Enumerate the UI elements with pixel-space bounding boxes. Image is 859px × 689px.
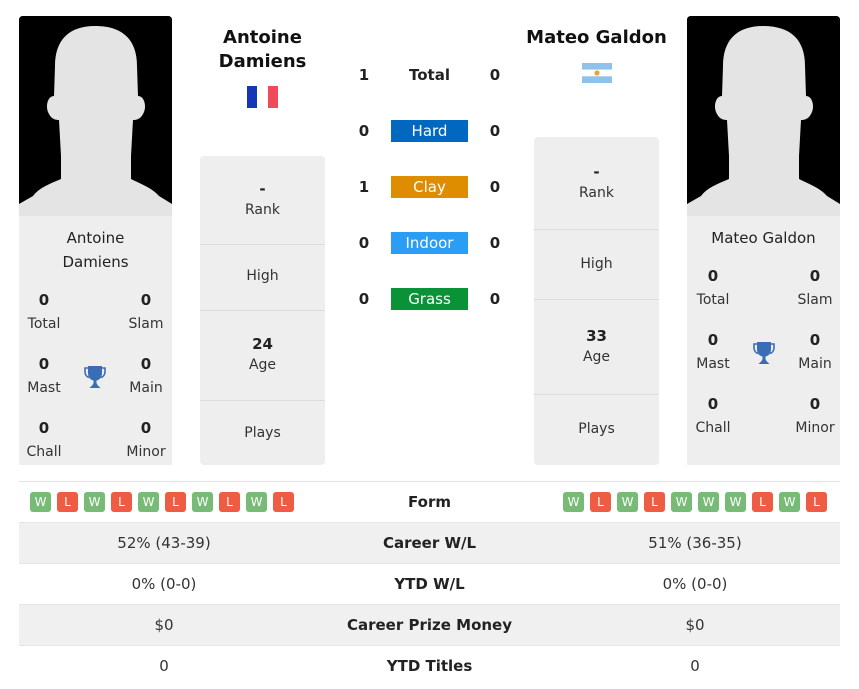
info-high: High — [200, 245, 325, 311]
h2h-hard: 0 Hard 0 — [358, 120, 501, 142]
silhouette-icon — [687, 16, 840, 216]
info-rank: - Rank — [200, 156, 325, 245]
form-badge-win[interactable]: W — [725, 492, 746, 512]
surface-grass-label[interactable]: Grass — [391, 288, 468, 310]
right-value: $0 — [685, 616, 705, 634]
comparison-row-prize-money: $0 Career Prize Money $0 — [19, 604, 840, 645]
form-badge-win[interactable]: W — [84, 492, 105, 512]
player-left-card: Antoine Damiens 0 Total 0 Slam 0 Mast 0 … — [19, 216, 172, 465]
info-plays: Plays — [578, 421, 615, 437]
right-value: 0 — [690, 657, 700, 675]
comparison-label: Form — [408, 493, 451, 511]
player-right-form: WLWLWWWLWL — [563, 492, 827, 512]
h2h-grass: 0 Grass 0 — [358, 288, 501, 310]
form-badge-loss[interactable]: L — [57, 492, 78, 512]
player-right-info: - Rank High 33 Age Plays — [534, 137, 659, 465]
form-badge-win[interactable]: W — [138, 492, 159, 512]
left-value: 0% (0-0) — [131, 575, 197, 593]
argentina-flag-icon — [582, 63, 612, 83]
form-badge-loss[interactable]: L — [806, 492, 827, 512]
player-left-form: WLWLWLWLWL — [30, 492, 294, 512]
left-value: $0 — [154, 616, 174, 634]
form-badge-loss[interactable]: L — [219, 492, 240, 512]
left-value: 0 — [159, 657, 169, 675]
stat-main: 0 Main — [798, 331, 832, 372]
stat-slam: 0 Slam — [128, 291, 164, 332]
info-age: 24 Age — [200, 311, 325, 401]
h2h-clay: 1 Clay 0 — [358, 176, 501, 198]
form-badge-win[interactable]: W — [698, 492, 719, 512]
player-right-card: Mateo Galdon 0 Total 0 Slam 0 Mast 0 Mai… — [687, 216, 840, 465]
right-value: 0% (0-0) — [662, 575, 728, 593]
form-badge-win[interactable]: W — [30, 492, 51, 512]
form-badge-loss[interactable]: L — [752, 492, 773, 512]
stat-mast: 0 Mast — [696, 331, 730, 372]
comparison-row-ytd-titles: 0 YTD Titles 0 — [19, 645, 840, 686]
surface-clay-label[interactable]: Clay — [391, 176, 468, 198]
form-badge-loss[interactable]: L — [590, 492, 611, 512]
comparison-row-ytd-wl: 0% (0-0) YTD W/L 0% (0-0) — [19, 563, 840, 604]
comparison-row-form: WLWLWLWLWL Form WLWLWWWLWL — [19, 481, 840, 522]
info-age: 33 Age — [534, 300, 659, 395]
stat-total: 0 Total — [696, 267, 730, 308]
form-badge-loss[interactable]: L — [644, 492, 665, 512]
info-high: High — [534, 230, 659, 300]
form-badge-win[interactable]: W — [192, 492, 213, 512]
comparison-row-career-wl: 52% (43-39) Career W/L 51% (36-35) — [19, 522, 840, 563]
player-left-photo — [19, 16, 172, 216]
form-badge-loss[interactable]: L — [165, 492, 186, 512]
form-badge-loss[interactable]: L — [273, 492, 294, 512]
stat-total: 0 Total — [27, 291, 61, 332]
info-plays: Plays — [244, 425, 281, 441]
stat-chall: 0 Chall — [695, 395, 731, 436]
form-badge-loss[interactable]: L — [111, 492, 132, 512]
comparison-label: Career W/L — [382, 534, 477, 552]
form-badge-win[interactable]: W — [671, 492, 692, 512]
info-rank: - Rank — [534, 137, 659, 230]
stat-minor: 0 Minor — [795, 395, 835, 436]
comparison-label: YTD W/L — [394, 575, 465, 593]
h2h-indoor: 0 Indoor 0 — [358, 232, 501, 254]
france-flag-icon — [247, 86, 278, 108]
player-left-name[interactable]: Antoine Damiens — [200, 26, 325, 74]
form-badge-win[interactable]: W — [246, 492, 267, 512]
trophy-icon — [752, 340, 776, 366]
h2h-total: 1 Total 0 — [358, 66, 501, 84]
stat-chall: 0 Chall — [26, 419, 62, 460]
player-right-name[interactable]: Mateo Galdon — [505, 26, 688, 50]
stat-main: 0 Main — [129, 355, 163, 396]
stat-minor: 0 Minor — [126, 419, 166, 460]
form-badge-win[interactable]: W — [779, 492, 800, 512]
comparison-label: Career Prize Money — [346, 616, 512, 634]
silhouette-icon — [19, 16, 172, 216]
surface-hard-label[interactable]: Hard — [391, 120, 468, 142]
trophy-icon — [83, 364, 107, 390]
player-right-card-name[interactable]: Mateo Galdon — [687, 226, 840, 250]
surface-indoor-label[interactable]: Indoor — [391, 232, 468, 254]
form-badge-win[interactable]: W — [563, 492, 584, 512]
right-value: 51% (36-35) — [648, 534, 742, 552]
left-value: 52% (43-39) — [117, 534, 211, 552]
player-right-photo — [687, 16, 840, 216]
player-left-card-name[interactable]: Antoine Damiens — [19, 226, 172, 274]
stat-slam: 0 Slam — [797, 267, 833, 308]
form-badge-win[interactable]: W — [617, 492, 638, 512]
player-left-info: - Rank High 24 Age Plays — [200, 156, 325, 465]
stat-mast: 0 Mast — [27, 355, 61, 396]
comparison-label: YTD Titles — [386, 657, 473, 675]
